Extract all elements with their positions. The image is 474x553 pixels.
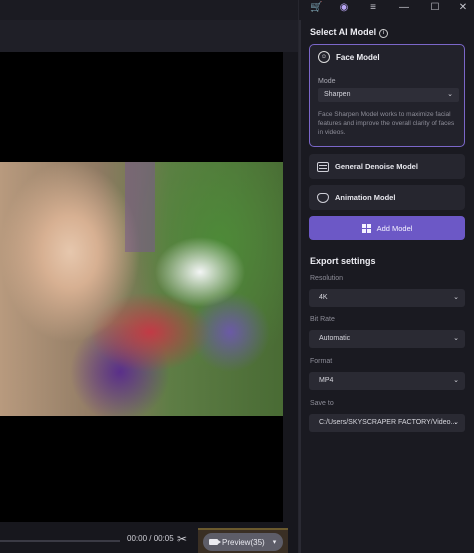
add-model-label: Add Model (376, 223, 413, 233)
scissors-icon[interactable]: ✂ (175, 532, 189, 546)
chevron-down-icon: ⌄ (453, 419, 459, 426)
animation-label: Animation Model (335, 193, 396, 202)
save-to-label: Save to (310, 400, 334, 407)
playback-bar: 00:00 / 00:05 ✂ Preview(35) ▾ (0, 528, 298, 553)
chevron-down-icon[interactable]: ▾ (273, 538, 277, 546)
chevron-down-icon: ⌄ (453, 335, 459, 342)
face-model-header: ☺ Face Model (318, 51, 380, 63)
resolution-label: Resolution (310, 275, 344, 282)
settings-panel: 🛒 ◉ ≡ — ☐ ✕ Select AI Model i ☺ Face Mode… (298, 0, 474, 553)
export-settings-title: Export settings (310, 256, 376, 266)
mode-select[interactable]: Sharpen ⌄ (318, 88, 459, 102)
preview-button[interactable]: Preview(35) ▾ (203, 533, 283, 551)
mode-description: Face Sharpen Model works to maximize fac… (318, 111, 455, 136)
add-grid-icon (361, 223, 371, 233)
face-model-card[interactable]: ☺ Face Model Mode Sharpen ⌄ Face Sharpen… (309, 44, 465, 147)
face-icon: ☺ (318, 51, 330, 63)
chevron-down-icon: ⌄ (447, 91, 453, 98)
video-canvas[interactable] (0, 52, 283, 522)
info-icon[interactable]: i (379, 29, 389, 38)
chevron-down-icon: ⌄ (453, 294, 459, 301)
save-to-value: C:/Users/SKYSCRAPER FACTORY/Video... (319, 419, 457, 426)
chevron-down-icon: ⌄ (453, 377, 459, 384)
preview-header (0, 20, 298, 52)
film-icon (317, 161, 329, 172)
mode-value: Sharpen (324, 91, 351, 98)
panel-divider (299, 20, 301, 553)
camera-icon (209, 539, 221, 545)
bitrate-value: Automatic (319, 335, 351, 342)
save-to-select[interactable]: C:/Users/SKYSCRAPER FACTORY/Video... ⌄ (309, 414, 465, 432)
resolution-value: 4K (319, 294, 328, 301)
close-icon[interactable]: ✕ (457, 2, 469, 14)
bitrate-select[interactable]: Automatic ⌄ (309, 330, 465, 348)
menu-icon[interactable]: ≡ (367, 2, 379, 14)
general-denoise-model-button[interactable]: General Denoise Model (309, 154, 465, 179)
frame-background-column (125, 162, 155, 252)
resolution-select[interactable]: 4K ⌄ (309, 289, 465, 307)
time-display: 00:00 / 00:05 (127, 534, 174, 543)
format-select[interactable]: MP4 ⌄ (309, 372, 465, 390)
format-label: Format (310, 358, 333, 365)
preview-label: Preview(35) (222, 537, 265, 547)
minimize-icon[interactable]: — (398, 2, 410, 14)
account-icon[interactable]: ◉ (338, 2, 350, 14)
top-strip (0, 0, 298, 20)
maximize-icon[interactable]: ☐ (429, 2, 441, 14)
preview-highlight: Preview(35) ▾ (198, 528, 288, 553)
general-denoise-label: General Denoise Model (335, 162, 418, 171)
animation-mask-icon (317, 192, 329, 203)
select-ai-model-heading: Select AI Model i (310, 27, 389, 38)
video-preview-pane: 00:00 / 00:05 ✂ Preview(35) ▾ (0, 0, 298, 553)
bitrate-label: Bit Rate (310, 316, 335, 323)
add-model-button[interactable]: Add Model (309, 216, 465, 240)
cart-icon[interactable]: 🛒 (310, 2, 322, 14)
select-ai-model-title: Select AI Model (310, 27, 377, 37)
title-bar: 🛒 ◉ ≡ — ☐ ✕ (299, 0, 474, 16)
mode-label: Mode (318, 78, 336, 85)
animation-model-button[interactable]: Animation Model (309, 185, 465, 210)
face-model-label: Face Model (336, 52, 380, 62)
format-value: MP4 (319, 377, 334, 384)
progress-track[interactable] (0, 540, 120, 542)
video-frame (0, 162, 283, 416)
